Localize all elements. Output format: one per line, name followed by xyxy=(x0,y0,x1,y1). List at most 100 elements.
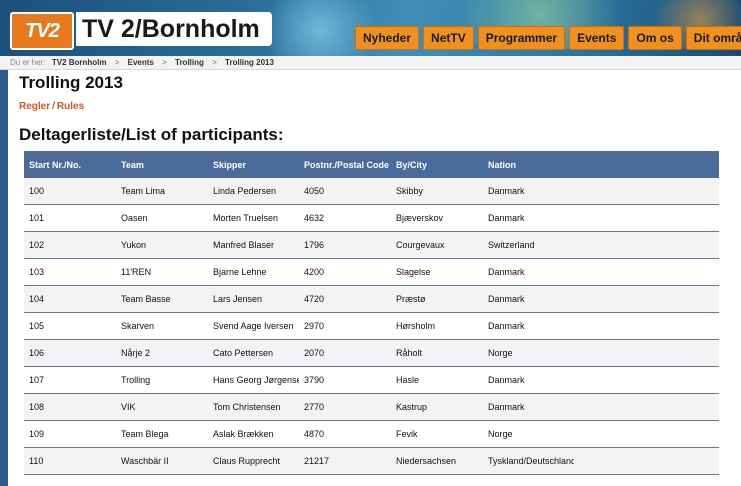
participants-table: Start Nr./No. Team Skipper Postnr./Posta… xyxy=(24,151,719,475)
cell-postal-code: 4632 xyxy=(299,204,391,232)
cell-empty xyxy=(574,231,719,259)
tv2-logo[interactable]: TV2 xyxy=(10,12,74,50)
breadcrumb-separator: > xyxy=(212,58,217,67)
col-header-start-nr: Start Nr./No. xyxy=(24,151,116,178)
cell-empty xyxy=(574,258,719,286)
cell-start-nr: 100 xyxy=(24,178,116,205)
table-row: 100 Team Lima Linda Pedersen 4050 Skibby Danm… xyxy=(24,178,719,205)
site-title[interactable]: TV 2/Bornholm xyxy=(76,12,272,46)
table-row: 102 Yukon Manfred Blaser 1796 Courgevaux Swit… xyxy=(24,231,719,259)
cell-city: Courgevaux xyxy=(391,231,483,259)
nav-nyheder[interactable]: Nyheder xyxy=(355,26,420,50)
cell-start-nr: 110 xyxy=(24,447,116,475)
cell-nation: Danmark xyxy=(483,366,574,394)
cell-skipper: Tom Christensen xyxy=(208,393,299,421)
cell-city: Niedersachsen xyxy=(391,447,483,475)
cell-start-nr: 101 xyxy=(24,204,116,232)
col-header-nation: Nation xyxy=(483,151,574,178)
cell-team: Skarven xyxy=(116,312,208,340)
table-row: 108 VIK Tom Christensen 2770 Kastrup Danmark xyxy=(24,393,719,421)
cell-empty xyxy=(574,204,719,232)
cell-nation: Norge xyxy=(483,339,574,367)
cell-nation: Norge xyxy=(483,420,574,448)
nav-programmer[interactable]: Programmer xyxy=(477,26,566,50)
cell-team: 11'REN xyxy=(116,258,208,286)
cell-nation: Danmark xyxy=(483,204,574,232)
cell-skipper: Claus Rupprecht xyxy=(208,447,299,475)
cell-nation: Danmark xyxy=(483,258,574,286)
cell-skipper: Morten Truelsen xyxy=(208,204,299,232)
table-row: 103 11'REN Bjarne Lehne 4200 Slagelse Danmark xyxy=(24,258,719,286)
cell-city: Fevik xyxy=(391,420,483,448)
cell-skipper: Svend Aage Iversen xyxy=(208,312,299,340)
cell-start-nr: 105 xyxy=(24,312,116,340)
cell-city: Råholt xyxy=(391,339,483,367)
breadcrumb-prefix: Du er her: xyxy=(10,58,46,67)
cell-nation: Danmark xyxy=(483,285,574,313)
cell-skipper: Hans Georg Jørgensen xyxy=(208,366,299,394)
breadcrumb-item-tv2-bornholm[interactable]: TV2 Bornholm xyxy=(52,58,107,67)
cell-city: Skibby xyxy=(391,178,483,205)
cell-team: Team Basse xyxy=(116,285,208,313)
cell-postal-code: 4200 xyxy=(299,258,391,286)
cell-postal-code: 1796 xyxy=(299,231,391,259)
cell-postal-code: 4870 xyxy=(299,420,391,448)
cell-empty xyxy=(574,366,719,394)
col-header-skipper: Skipper xyxy=(208,151,299,178)
nav-events[interactable]: Events xyxy=(569,26,625,50)
table-row: 109 Team Blega Aslak Brækken 4870 Fevik Norge xyxy=(24,420,719,448)
table-row: 106 Nårje 2 Cato Pettersen 2070 Råholt Norge xyxy=(24,339,719,367)
col-header-postal-code: Postnr./Postal Code xyxy=(299,151,391,178)
cell-skipper: Linda Pedersen xyxy=(208,178,299,205)
cell-empty xyxy=(574,339,719,367)
nav-om-os[interactable]: Om os xyxy=(628,26,682,50)
nav-dit-omraade[interactable]: Dit område xyxy=(685,26,741,50)
col-header-city: By/City xyxy=(391,151,483,178)
cell-start-nr: 104 xyxy=(24,285,116,313)
cell-empty xyxy=(574,312,719,340)
cell-city: Kastrup xyxy=(391,393,483,421)
table-header-row: Start Nr./No. Team Skipper Postnr./Posta… xyxy=(24,151,719,178)
cell-team: Team Blega xyxy=(116,420,208,448)
cell-city: Hørsholm xyxy=(391,312,483,340)
cell-skipper: Manfred Blaser xyxy=(208,231,299,259)
col-header-empty xyxy=(574,151,719,178)
cell-empty xyxy=(574,420,719,448)
cell-skipper: Bjarne Lehne xyxy=(208,258,299,286)
breadcrumb-item-events[interactable]: Events xyxy=(128,58,154,67)
cell-city: Slagelse xyxy=(391,258,483,286)
cell-start-nr: 102 xyxy=(24,231,116,259)
col-header-team: Team xyxy=(116,151,208,178)
breadcrumb-separator: > xyxy=(114,58,120,67)
breadcrumb-separator: > xyxy=(162,58,167,67)
cell-empty xyxy=(574,447,719,475)
rules-link-regler[interactable]: Regler xyxy=(19,101,50,112)
table-row: 110 Waschbär II Claus Rupprecht 21217 Nieder… xyxy=(24,447,719,475)
cell-start-nr: 103 xyxy=(24,258,116,286)
cell-nation: Switzerland xyxy=(483,231,574,259)
cell-skipper: Aslak Brækken xyxy=(208,420,299,448)
rules-link-rules[interactable]: Rules xyxy=(57,101,84,112)
section-title: Deltagerliste/List of participants: xyxy=(19,125,284,144)
cell-skipper: Cato Pettersen xyxy=(208,339,299,367)
logo-text: TV2 xyxy=(25,19,60,42)
cell-city: Hasle xyxy=(391,366,483,394)
cell-nation: Danmark xyxy=(483,393,574,421)
cell-postal-code: 2970 xyxy=(299,312,391,340)
cell-start-nr: 106 xyxy=(24,339,116,367)
breadcrumb-item-trolling[interactable]: Trolling xyxy=(175,58,204,67)
table-row: 101 Oasen Morten Truelsen 4632 Bjæverskov Dan… xyxy=(24,204,719,232)
table-row: 107 Trolling Hans Georg Jørgensen 3790 Hasle… xyxy=(24,366,719,394)
page-title: Trolling 2013 xyxy=(19,73,123,92)
cell-team: VIK xyxy=(116,393,208,421)
cell-team: Trolling xyxy=(116,366,208,394)
cell-postal-code: 3790 xyxy=(299,366,391,394)
main-nav: Nyheder NetTV Programmer Events Om os Di… xyxy=(355,26,741,50)
side-strip xyxy=(0,70,8,486)
table-row: 104 Team Basse Lars Jensen 4720 Præstø Danmar… xyxy=(24,285,719,313)
rules-links: Regler / Rules xyxy=(19,101,84,112)
cell-team: Yukon xyxy=(116,231,208,259)
nav-nettv[interactable]: NetTV xyxy=(423,26,474,50)
cell-start-nr: 109 xyxy=(24,420,116,448)
breadcrumb: Du er her: TV2 Bornholm > Events > Troll… xyxy=(0,56,741,70)
